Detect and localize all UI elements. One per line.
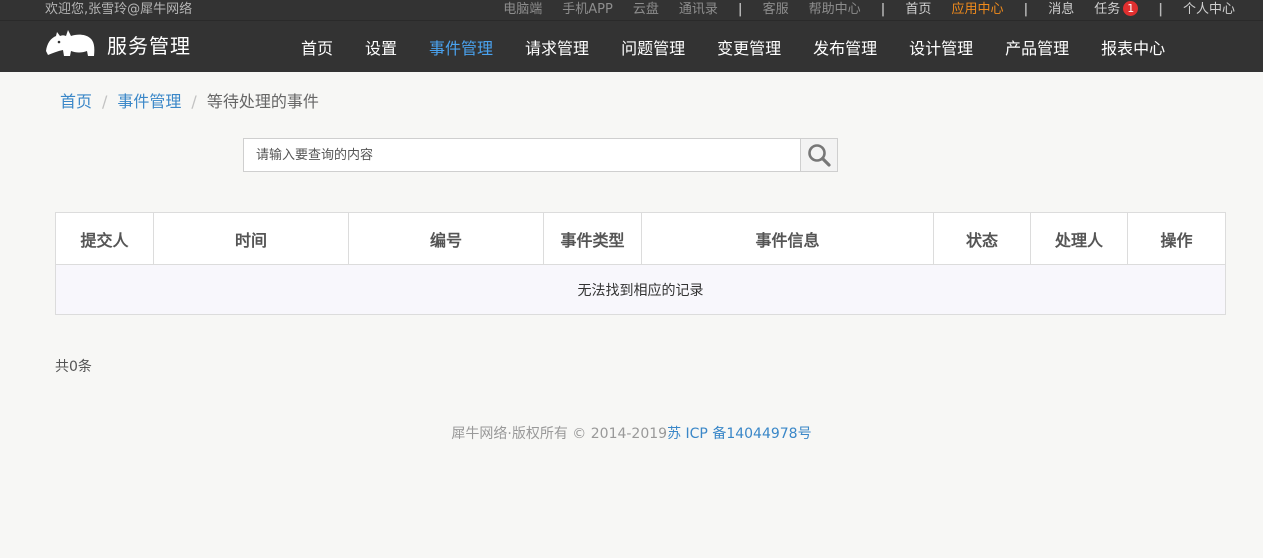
column-header-submitter[interactable]: 提交人	[55, 212, 154, 265]
top-separator: |	[880, 2, 886, 17]
cloud-link[interactable]: 云盘	[633, 0, 659, 20]
top-separator: |	[737, 2, 743, 17]
column-header-incident-type[interactable]: 事件类型	[543, 212, 642, 265]
nav-item-home[interactable]: 首页	[285, 35, 349, 59]
footer: 犀牛网络·版权所有 © 2014-2019苏 ICP 备14044978号	[0, 423, 1263, 443]
nav-item-product-management[interactable]: 产品管理	[989, 35, 1085, 59]
nav-item-release-management[interactable]: 发布管理	[797, 35, 893, 59]
app-center-link[interactable]: 应用中心	[951, 0, 1003, 20]
breadcrumb-separator: /	[102, 92, 108, 111]
breadcrumb-home[interactable]: 首页	[60, 92, 92, 111]
column-header-status[interactable]: 状态	[933, 212, 1031, 265]
nav-item-incident-management[interactable]: 事件管理	[413, 35, 509, 59]
welcome-text: 欢迎您,张雪玲@犀牛网络	[45, 2, 193, 17]
table-row: 无法找到相应的记录	[55, 264, 1226, 315]
nav-item-report-center[interactable]: 报表中心	[1085, 35, 1181, 59]
column-header-number[interactable]: 编号	[348, 212, 544, 265]
tasks-count-badge: 1	[1123, 1, 1139, 16]
rhino-logo-icon	[46, 30, 95, 56]
top-links: 电脑端 手机APP 云盘 通讯录 | 客服 帮助中心 | 首页 应用中心 | 消…	[483, 0, 1235, 20]
breadcrumb: 首页 / 事件管理 / 等待处理的事件	[60, 88, 319, 112]
column-header-incident-info[interactable]: 事件信息	[641, 212, 934, 265]
total-count: 共0条	[55, 359, 92, 375]
column-header-actions: 操作	[1127, 212, 1226, 265]
search-icon	[808, 144, 831, 167]
breadcrumb-current: 等待处理的事件	[206, 92, 319, 111]
desktop-link[interactable]: 电脑端	[503, 0, 542, 20]
contacts-link[interactable]: 通讯录	[679, 0, 718, 20]
tasks-link[interactable]: 任务 1	[1094, 0, 1139, 20]
empty-table-message: 无法找到相应的记录	[55, 264, 1226, 315]
help-link[interactable]: 帮助中心	[809, 0, 861, 20]
main-navbar: 服务管理 首页 设置 事件管理 请求管理 问题管理 变更管理 发布管理 设计管理…	[0, 21, 1263, 72]
nav-item-design-management[interactable]: 设计管理	[893, 35, 989, 59]
messages-link[interactable]: 消息	[1048, 0, 1074, 20]
mobile-app-link[interactable]: 手机APP	[562, 0, 613, 20]
nav-item-settings[interactable]: 设置	[349, 35, 413, 59]
service-link[interactable]: 客服	[763, 0, 789, 20]
table-header-row: 提交人 时间 编号 事件类型 事件信息 状态 处理人 操作	[55, 212, 1226, 265]
nav-item-change-management[interactable]: 变更管理	[701, 35, 797, 59]
home-top-link[interactable]: 首页	[905, 0, 931, 20]
search-input[interactable]	[243, 138, 800, 172]
breadcrumb-separator: /	[191, 92, 197, 111]
top-bar: 欢迎您,张雪玲@犀牛网络 电脑端 手机APP 云盘 通讯录 | 客服 帮助中心 …	[0, 0, 1263, 21]
logo-title: 服务管理	[107, 33, 191, 58]
nav-item-request-management[interactable]: 请求管理	[509, 35, 605, 59]
icp-link[interactable]: 苏 ICP 备14044978号	[667, 426, 812, 442]
column-header-time[interactable]: 时间	[153, 212, 349, 265]
logo[interactable]: 服务管理	[44, 29, 191, 59]
top-separator: |	[1158, 2, 1163, 17]
search-button[interactable]	[800, 138, 838, 172]
incident-table-wrapper: 提交人 时间 编号 事件类型 事件信息 状态 处理人 操作 无法找到相应的记录	[55, 212, 1226, 315]
column-header-handler[interactable]: 处理人	[1030, 212, 1128, 265]
top-separator: |	[1023, 2, 1029, 17]
nav-item-problem-management[interactable]: 问题管理	[605, 35, 701, 59]
breadcrumb-section[interactable]: 事件管理	[117, 92, 181, 111]
search-bar	[243, 138, 838, 172]
copyright-text: 犀牛网络·版权所有 © 2014-2019	[451, 426, 668, 442]
tasks-label: 任务	[1094, 2, 1121, 17]
incident-table: 提交人 时间 编号 事件类型 事件信息 状态 处理人 操作 无法找到相应的记录	[55, 212, 1226, 315]
profile-link[interactable]: 个人中心	[1183, 0, 1235, 20]
main-nav: 首页 设置 事件管理 请求管理 问题管理 变更管理 发布管理 设计管理 产品管理…	[285, 21, 1181, 72]
